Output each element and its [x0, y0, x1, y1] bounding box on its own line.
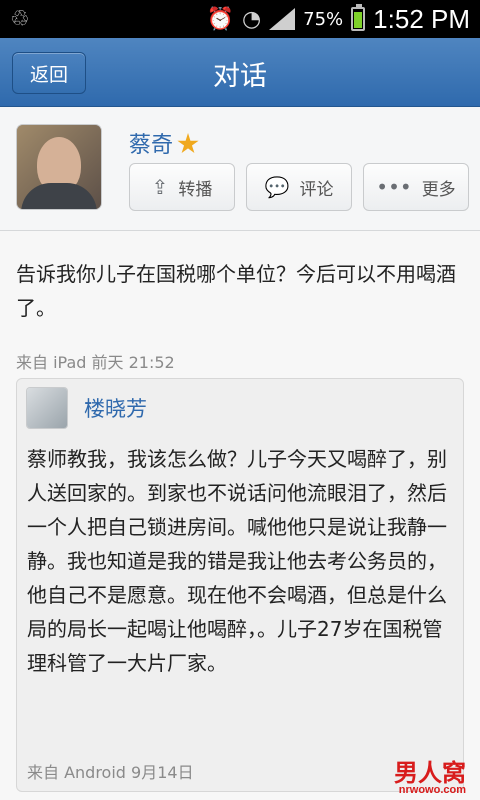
avatar[interactable] — [17, 125, 101, 209]
page-title: 对话 — [213, 61, 267, 92]
more-icon: ••• — [376, 175, 412, 199]
title-bar: 返回 对话 — [0, 38, 480, 107]
status-bar: ♲ ⏰ ◔ 75% 1:52 PM — [0, 0, 480, 38]
comment-label: 评论 — [299, 179, 334, 200]
comment-icon: 💬 — [264, 175, 290, 199]
post-text: 告诉我你儿子在国税哪个单位？今后可以不用喝酒了。 — [16, 262, 456, 320]
more-label: 更多 — [421, 179, 456, 200]
recycle-icon: ♲ — [10, 7, 30, 32]
battery-icon — [351, 4, 366, 31]
post-meta: 来自 iPad 前天 21:52 — [16, 353, 175, 372]
comment-button[interactable]: 💬 评论 — [246, 163, 352, 211]
profile-header: 蔡奇 ⇪ 转播 💬 评论 ••• 更多 — [0, 107, 480, 231]
watermark-main: 男人窝 — [394, 760, 466, 787]
quoted-username[interactable]: 楼晓芳 — [84, 393, 147, 423]
repost-button[interactable]: ⇪ 转播 — [129, 163, 235, 211]
username-text: 蔡奇 — [129, 133, 174, 158]
quoted-post[interactable]: 楼晓芳 蔡师教我，我该怎么做？儿子今天又喝醉了，别人送回家的。到家也不说话问他流… — [16, 378, 464, 792]
quoted-meta: 来自 Android 9月14日 — [27, 763, 194, 782]
clock: 1:52 PM — [373, 3, 470, 34]
conversation-content: 告诉我你儿子在国税哪个单位？今后可以不用喝酒了。 来自 iPad 前天 21:5… — [0, 231, 480, 800]
more-button[interactable]: ••• 更多 — [363, 163, 469, 211]
watermark-logo: 男人窝 nrwowo.com — [394, 753, 466, 796]
verified-badge-icon — [177, 133, 199, 154]
status-right: ⏰ ◔ 75% 1:52 PM — [207, 0, 470, 38]
quoted-text: 蔡师教我，我该怎么做？儿子今天又喝醉了，别人送回家的。到家也不说话问他流眼泪了，… — [27, 447, 447, 675]
username[interactable]: 蔡奇 — [129, 127, 199, 159]
signal-icon — [269, 8, 296, 30]
quoted-user-avatar[interactable] — [27, 388, 67, 428]
alarm-icon: ⏰ — [206, 6, 234, 32]
share-icon: ⇪ — [151, 175, 169, 199]
repost-label: 转播 — [178, 179, 213, 200]
battery-percent: 75% — [303, 8, 344, 30]
wifi-icon: ◔ — [241, 6, 262, 32]
watermark-sub: nrwowo.com — [398, 784, 466, 796]
